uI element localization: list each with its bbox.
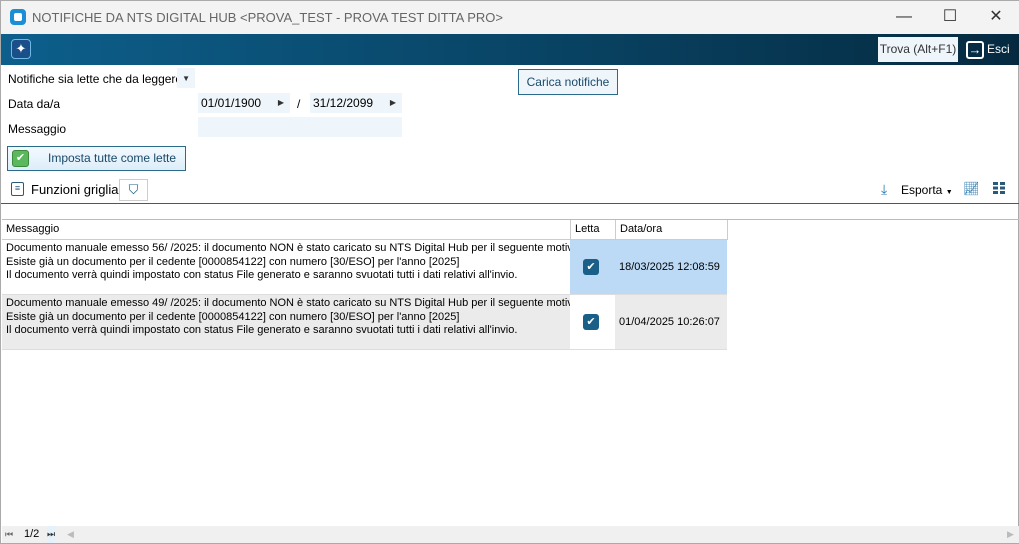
export-button[interactable]: Esporta ▼ — [901, 183, 953, 197]
date-cell: 18/03/2025 12:08:59 — [615, 240, 727, 294]
message-label: Messaggio — [8, 122, 67, 136]
grid-functions-icon: ≡ — [11, 182, 24, 196]
read-cell: ✔ — [570, 240, 615, 294]
column-header-data[interactable]: Data/ora — [616, 220, 728, 240]
arrow-right-icon: ▶ — [389, 98, 396, 107]
scroll-left-icon[interactable]: ◀ — [67, 526, 74, 543]
grid-functions-button[interactable]: Funzioni griglia — [31, 182, 118, 197]
message-input[interactable] — [198, 117, 402, 137]
maximize-button[interactable]: ☐ — [935, 6, 965, 28]
notifications-grid: Messaggio Letta Data/ora Documento manua… — [2, 219, 1019, 526]
column-header-letta[interactable]: Letta — [571, 220, 616, 240]
status-filter-select[interactable]: Notifiche sia lette che da leggere — [8, 72, 182, 86]
pager-bar: ⏮ 1/2 ⏭ ◀ ▶ — [2, 526, 1019, 543]
chart-icon[interactable]: 📈︎ — [963, 181, 980, 197]
ribbon-bar — [1, 34, 1019, 65]
chevron-down-icon: ▼ — [182, 74, 190, 83]
date-cell: 01/04/2025 10:26:07 — [619, 316, 720, 328]
date-separator: / — [297, 97, 301, 111]
mark-all-read-label: Imposta tutte come lette — [48, 151, 177, 165]
close-button[interactable]: ✕ — [981, 6, 1011, 28]
read-cell: ✔ — [570, 295, 615, 349]
app-icon — [10, 9, 26, 25]
table-row[interactable]: Documento manuale emesso 49/ /2025: il d… — [2, 295, 727, 350]
exit-icon: → — [966, 40, 984, 59]
message-cell: Documento manuale emesso 56/ /2025: il d… — [6, 242, 582, 281]
minimize-button[interactable]: — — [889, 6, 919, 28]
filter-icon[interactable]: ⛉ — [119, 179, 148, 201]
exit-button[interactable]: → Esci — [966, 38, 1010, 60]
table-row[interactable]: Documento manuale emesso 56/ /2025: il d… — [2, 240, 727, 295]
exit-label: Esci — [987, 42, 1010, 56]
load-notifications-button[interactable]: Carica notifiche — [518, 69, 618, 95]
sparkle-icon[interactable]: ✦ — [11, 39, 31, 59]
read-checkbox[interactable]: ✔ — [583, 314, 599, 330]
mark-all-read-button[interactable]: ✔ Imposta tutte come lette — [7, 146, 186, 171]
divider — [1, 203, 1019, 204]
export-label: Esporta — [901, 183, 943, 197]
date-label: Data da/a — [8, 97, 61, 111]
status-filter-dropdown[interactable]: ▼ — [177, 68, 195, 88]
read-checkbox[interactable]: ✔ — [583, 259, 599, 275]
scroll-right-icon[interactable]: ▶ — [1007, 526, 1014, 543]
column-header-messaggio[interactable]: Messaggio — [2, 220, 571, 240]
find-button[interactable]: Trova (Alt+F1) — [878, 37, 958, 62]
caret-down-icon: ▼ — [945, 189, 953, 196]
message-cell: Documento manuale emesso 49/ /2025: il d… — [6, 297, 582, 336]
date-to-input[interactable]: 31/12/2099 ▶ — [310, 93, 402, 113]
download-icon: ⤓ — [881, 181, 888, 197]
first-page-icon[interactable]: ⏮ — [5, 526, 13, 543]
date-from-input[interactable]: 01/01/1900 ▶ — [198, 93, 290, 113]
page-indicator: 1/2 — [24, 528, 40, 540]
grid-layout-icon[interactable] — [993, 182, 1005, 194]
check-icon: ✔ — [12, 150, 29, 167]
arrow-right-icon: ▶ — [277, 98, 284, 107]
date-from-value: 01/01/1900 — [201, 96, 262, 110]
window-title: NOTIFICHE DA NTS DIGITAL HUB <PROVA_TEST… — [32, 10, 503, 25]
last-page-icon[interactable]: ⏭ — [47, 526, 56, 543]
date-to-value: 31/12/2099 — [313, 96, 374, 110]
